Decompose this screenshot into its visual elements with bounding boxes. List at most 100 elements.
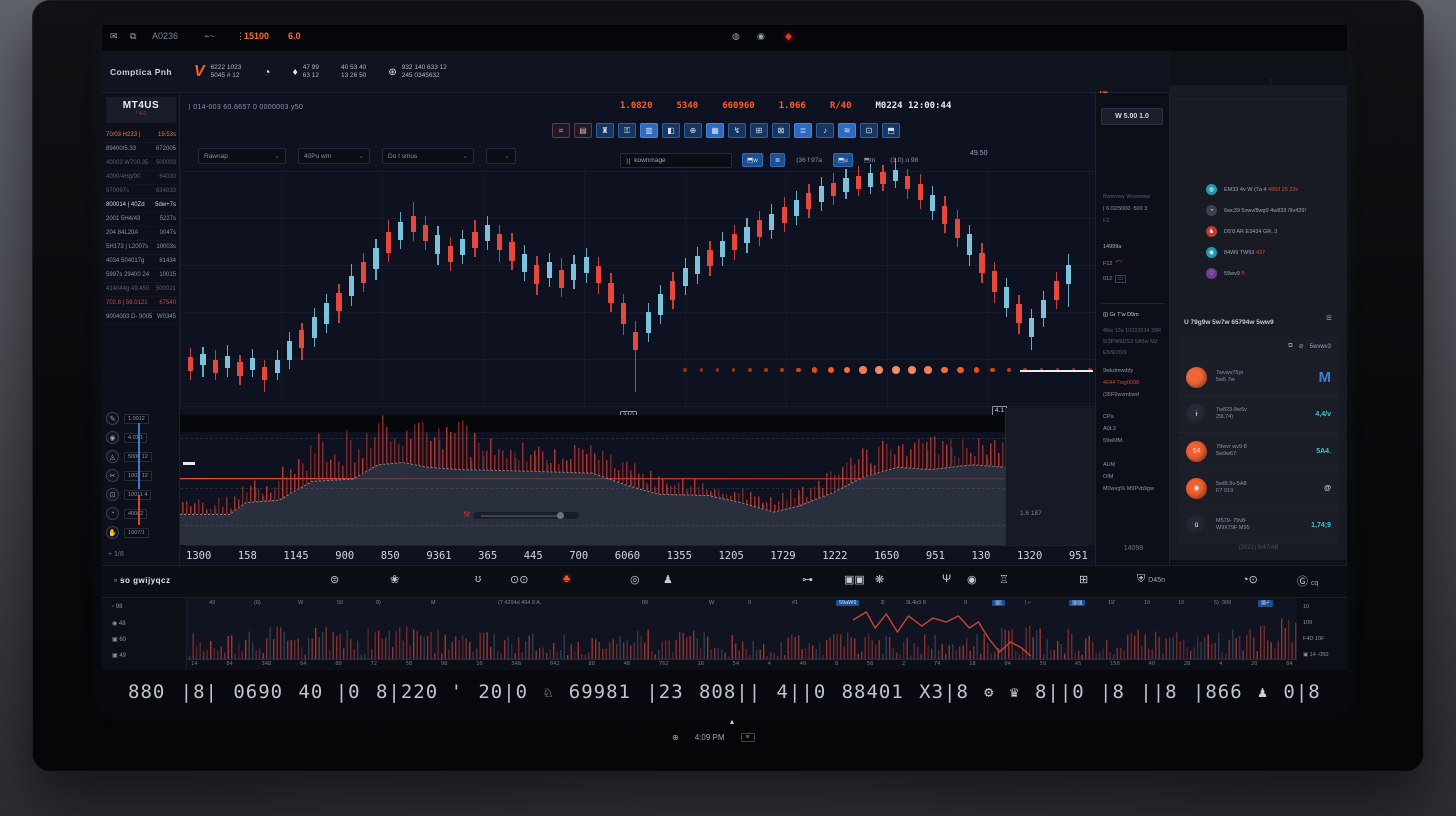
watchlist-row[interactable]: 5H173 | L2007s10003s xyxy=(104,241,178,255)
bottom-toolbar-icon-13[interactable]: ⊞ xyxy=(1079,573,1088,586)
chart-tool-button-3[interactable]: ⚿ xyxy=(618,123,636,138)
bottom-toolbar-icon-7[interactable]: ⊶ xyxy=(802,573,813,586)
timeframe-dropdown-2[interactable]: Do I smus⌄ xyxy=(382,148,474,164)
chart-zoom-slider[interactable]: ⚒ xyxy=(472,511,580,520)
tool-item-6[interactable]: ✋1007/1 xyxy=(106,523,178,542)
tool-item-0[interactable]: ✎1.0012 xyxy=(106,409,178,428)
watchlist-row[interactable]: 89400/5.33672005 xyxy=(104,143,178,157)
session-row[interactable]: 6479wvr wv9-85w9w67:5A4. xyxy=(1178,433,1339,470)
block-icon[interactable]: ⊘ xyxy=(1299,343,1304,350)
chart-tool-button-5[interactable]: ◧ xyxy=(662,123,680,138)
window-icon[interactable]: ⧉ xyxy=(130,31,136,42)
timeframe-dropdown-3[interactable]: ⌄ xyxy=(486,148,516,164)
tool-item-5[interactable]: ◔400/ 2 xyxy=(106,504,178,523)
watchlist-row[interactable]: 9004003 D- 9005W0345 xyxy=(104,311,178,325)
mp-list2-item[interactable]: AUM xyxy=(1103,461,1115,469)
tool-item-3[interactable]: ✂1002 12 xyxy=(106,466,178,485)
strip-chip[interactable]: ▥⌿ xyxy=(1258,600,1273,607)
chart-tool-button-7[interactable]: ▦ xyxy=(706,123,724,138)
menu-box-icon[interactable]: ≡ xyxy=(741,733,755,742)
mp-s2-row-1[interactable]: 012 ▭ xyxy=(1103,275,1126,283)
chart-tool-button-1[interactable]: ▤ xyxy=(574,123,592,138)
bottom-toolbar-icon-5[interactable]: ◎ xyxy=(630,573,640,586)
scale-marker[interactable] xyxy=(183,462,195,465)
toolbar-app-name[interactable]: Comptica Pnh xyxy=(110,67,172,77)
chart-tool-button-12[interactable]: ♪ xyxy=(816,123,834,138)
watchlist-row[interactable]: 702.8 | 56.012167540 xyxy=(104,297,178,311)
chart-tool-button-14[interactable]: ⊡ xyxy=(860,123,878,138)
tool-item-4[interactable]: ⊡10011 4 xyxy=(106,485,178,504)
notification-item[interactable]: ♞D5'8 AR E3434 GR..3 xyxy=(1170,221,1347,242)
chart-action-button-2[interactable]: (36 f 97a xyxy=(792,153,826,167)
tool-icon-5[interactable]: ◔ xyxy=(106,507,119,520)
chart-tool-button-15[interactable]: ⬒ xyxy=(882,123,900,138)
tool-item-1[interactable]: ◉4.01/1 xyxy=(106,428,178,447)
slider-knob[interactable] xyxy=(557,512,564,519)
chart-tool-button-10[interactable]: ⊠ xyxy=(772,123,790,138)
power-icon[interactable]: ⊕ xyxy=(672,733,679,742)
chart-tool-button-13[interactable]: ≋ xyxy=(838,123,856,138)
hamburger-menu-icon[interactable]: ≡ xyxy=(1326,313,1332,324)
mp-list2-item[interactable]: OIM xyxy=(1103,473,1113,481)
bottom-toolbar-icon-6[interactable]: ♟ xyxy=(663,573,673,586)
watchlist-row[interactable]: 4000/4Hg/9064030 xyxy=(104,171,178,185)
tool-icon-2[interactable]: ◬ xyxy=(106,450,119,463)
notification-item[interactable]: ◉84W9 TW93 437 xyxy=(1170,242,1347,263)
bottom-toolbar-icon-1[interactable]: ❀ xyxy=(390,573,399,586)
session-row[interactable]: ūM579- 79v8-W9X79F M951,74;9 xyxy=(1178,507,1339,544)
watchlist-row[interactable]: 5997s 29400 2410015 xyxy=(104,269,178,283)
alert-diamond-icon[interactable]: ◆ xyxy=(785,31,792,42)
bottom-toolbar-icon-9[interactable]: ❋ xyxy=(875,573,884,586)
chart-tool-button-2[interactable]: ♜ xyxy=(596,123,614,138)
watchlist-row[interactable]: 4034 504017g81434 xyxy=(104,255,178,269)
watchlist-row[interactable]: 70/03 H233 |19.53s xyxy=(104,129,178,143)
bottom-toolbar-icon-14[interactable]: ⛨D45n xyxy=(1137,573,1165,586)
bottom-toolbar-icon-12[interactable]: ♖ xyxy=(999,573,1009,586)
bottom-toolbar-icon-0[interactable]: ⊜ xyxy=(330,573,339,586)
notification-item[interactable]: ◔6wc39 5vwv/8wg9 4w833 /9v439! xyxy=(1170,200,1347,221)
candlestick-chart[interactable] xyxy=(180,171,1095,407)
watchlist-row[interactable]: 414044g 49.450500021 xyxy=(104,283,178,297)
strip-chip[interactable]: 59aW9 xyxy=(836,600,859,606)
slider-track[interactable] xyxy=(481,515,561,517)
tool-icon-6[interactable]: ✋ xyxy=(106,526,119,539)
chart-tool-button-0[interactable]: ⌗ xyxy=(552,123,570,138)
copy-icon[interactable]: ⧉ xyxy=(1288,343,1292,350)
watchlist-row[interactable]: 2001 5H4/435227s xyxy=(104,213,178,227)
chart-tool-button-8[interactable]: ↯ xyxy=(728,123,746,138)
chart-tool-button-4[interactable]: ▥ xyxy=(640,123,658,138)
tool-item-2[interactable]: ◬5000 12 xyxy=(106,447,178,466)
mp-list1-item[interactable]: A0L3 xyxy=(1103,425,1116,433)
watchlist-row[interactable]: 40003 W700.35500003 xyxy=(104,157,178,171)
session-row[interactable]: ɨ7w823-8w5v29L74)4,4/v xyxy=(1178,396,1339,433)
status-icon[interactable]: ◍ xyxy=(732,31,740,42)
chart-action-button-0[interactable]: ⬒w xyxy=(742,153,763,167)
bottom-toolbar-icon-11[interactable]: ◉ xyxy=(967,573,977,586)
chart-search-box[interactable]: ⟩| kownmage xyxy=(620,153,732,168)
chart-tool-button-11[interactable]: ≣ xyxy=(794,123,812,138)
chart-tool-button-6[interactable]: ⊕ xyxy=(684,123,702,138)
watchlist-row[interactable]: 800014 | 40Zd5dw+7s xyxy=(104,199,178,213)
mp-s2-row-0[interactable]: F12 ◠ xyxy=(1103,259,1123,268)
mp-list2-item[interactable]: M0wvg% M9Pvb9gw xyxy=(1103,485,1154,493)
mail-icon[interactable]: ✉ xyxy=(110,31,118,42)
watchlist-row[interactable]: 204 84L20A0047s xyxy=(104,227,178,241)
bottom-toolbar-icon-8[interactable]: ▣▣ xyxy=(844,573,865,586)
bottom-toolbar-icon-3[interactable]: ⊙⊙ xyxy=(510,573,528,586)
mp-list1-item[interactable]: 59wMM. xyxy=(1103,437,1124,445)
strip-chip[interactable]: ▥| xyxy=(992,600,1005,606)
watchlist-row[interactable]: 970097s634033 xyxy=(104,185,178,199)
timeframe-dropdown-1[interactable]: 40Pu wm⌄ xyxy=(298,148,370,164)
drag-handle-icon[interactable]: ⫶ xyxy=(1270,77,1272,88)
notification-item[interactable]: ◍EM33 4v W (7a 4 4893 25 23v xyxy=(1170,179,1347,200)
chart-action-button-5[interactable]: (3.0) o 98 xyxy=(886,153,922,167)
notification-item[interactable]: ♡59wv9 5 xyxy=(1170,263,1347,284)
tool-icon-0[interactable]: ✎ xyxy=(106,412,119,425)
bottom-toolbar-icon-10[interactable]: Ψ xyxy=(942,573,951,585)
symbol-badge[interactable]: W 5.00 1.0 xyxy=(1101,108,1163,125)
chart-action-button-3[interactable]: ⬒u xyxy=(833,153,853,167)
tool-icon-1[interactable]: ◉ xyxy=(106,431,119,444)
mp-list1-item[interactable]: CPa xyxy=(1103,413,1114,421)
tray-arrow-icon[interactable]: ▴ xyxy=(730,717,734,726)
settings-dot-icon[interactable]: ◉ xyxy=(757,31,765,42)
